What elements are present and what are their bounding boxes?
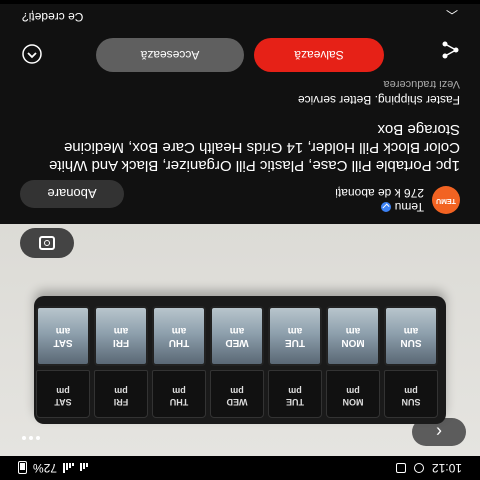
subscriber-count: 276 k de abonați — [335, 186, 424, 200]
channel-name[interactable]: Temu — [395, 200, 424, 214]
pill-cell-tue: TUE pm TUE am — [268, 306, 322, 418]
pill-cell-mon: MON pm MON am — [326, 306, 380, 418]
pill-organizer: SUN pm SUN am MON pm MON am TUE pm TUE am WED p… — [34, 296, 446, 424]
wifi-icon — [80, 463, 89, 473]
status-time: 10:12 — [431, 461, 462, 475]
pill-cell-sun: SUN pm SUN am — [384, 306, 438, 418]
share-icon[interactable] — [440, 40, 460, 60]
app-notification-icon — [395, 463, 406, 473]
battery-icon — [18, 461, 27, 475]
pill-cell-fri: FRI pm FRI am — [94, 306, 148, 418]
chevron-up-icon[interactable]: ︿ — [446, 7, 458, 24]
translate-link[interactable]: Vezi traducerea — [384, 78, 460, 90]
pill-cell-wed: WED pm WED am — [210, 306, 264, 418]
notification-icon — [413, 463, 424, 473]
pill-cell-thu: THU pm THU am — [152, 306, 206, 418]
like-icon[interactable] — [22, 44, 42, 64]
battery-percent: 72% — [33, 461, 58, 475]
verified-icon — [380, 202, 391, 212]
channel-avatar[interactable]: TEMU — [432, 186, 460, 214]
signal-icon — [63, 463, 75, 473]
lens-icon — [39, 236, 55, 250]
action-bar: Salvează Accesează — [0, 28, 480, 72]
product-subtitle: Faster shipping. Better service — [297, 93, 460, 107]
channel-info[interactable]: TEMU Temu 276 k de abonați — [335, 186, 460, 214]
chevron-left-icon: ‹ — [436, 422, 442, 443]
visit-button[interactable]: Accesează — [96, 38, 244, 72]
screen: 10:12 72% ‹ SUN pm SUN am MON pm MON am TUE p… — [0, 0, 480, 480]
save-button[interactable]: Salvează — [254, 38, 384, 72]
product-title: 1pc Portable Pill Case, Plastic Pill Org… — [48, 121, 460, 174]
pill-cell-sat: SAT pm SAT am — [36, 306, 90, 418]
more-options-icon[interactable] — [22, 436, 40, 440]
comments-prompt[interactable]: Ce credeți? — [22, 10, 83, 24]
comments-bar[interactable]: Ce credeți? ︿ — [0, 4, 480, 28]
product-image[interactable]: ‹ SUN pm SUN am MON pm MON am TUE pm TUE am WE… — [0, 224, 480, 456]
product-info: TEMU Temu 276 k de abonați Abonare 1pc P… — [0, 24, 480, 224]
status-bar: 10:12 72% — [0, 456, 480, 480]
lens-search-button[interactable] — [20, 228, 74, 258]
subscribe-button[interactable]: Abonare — [20, 180, 124, 208]
